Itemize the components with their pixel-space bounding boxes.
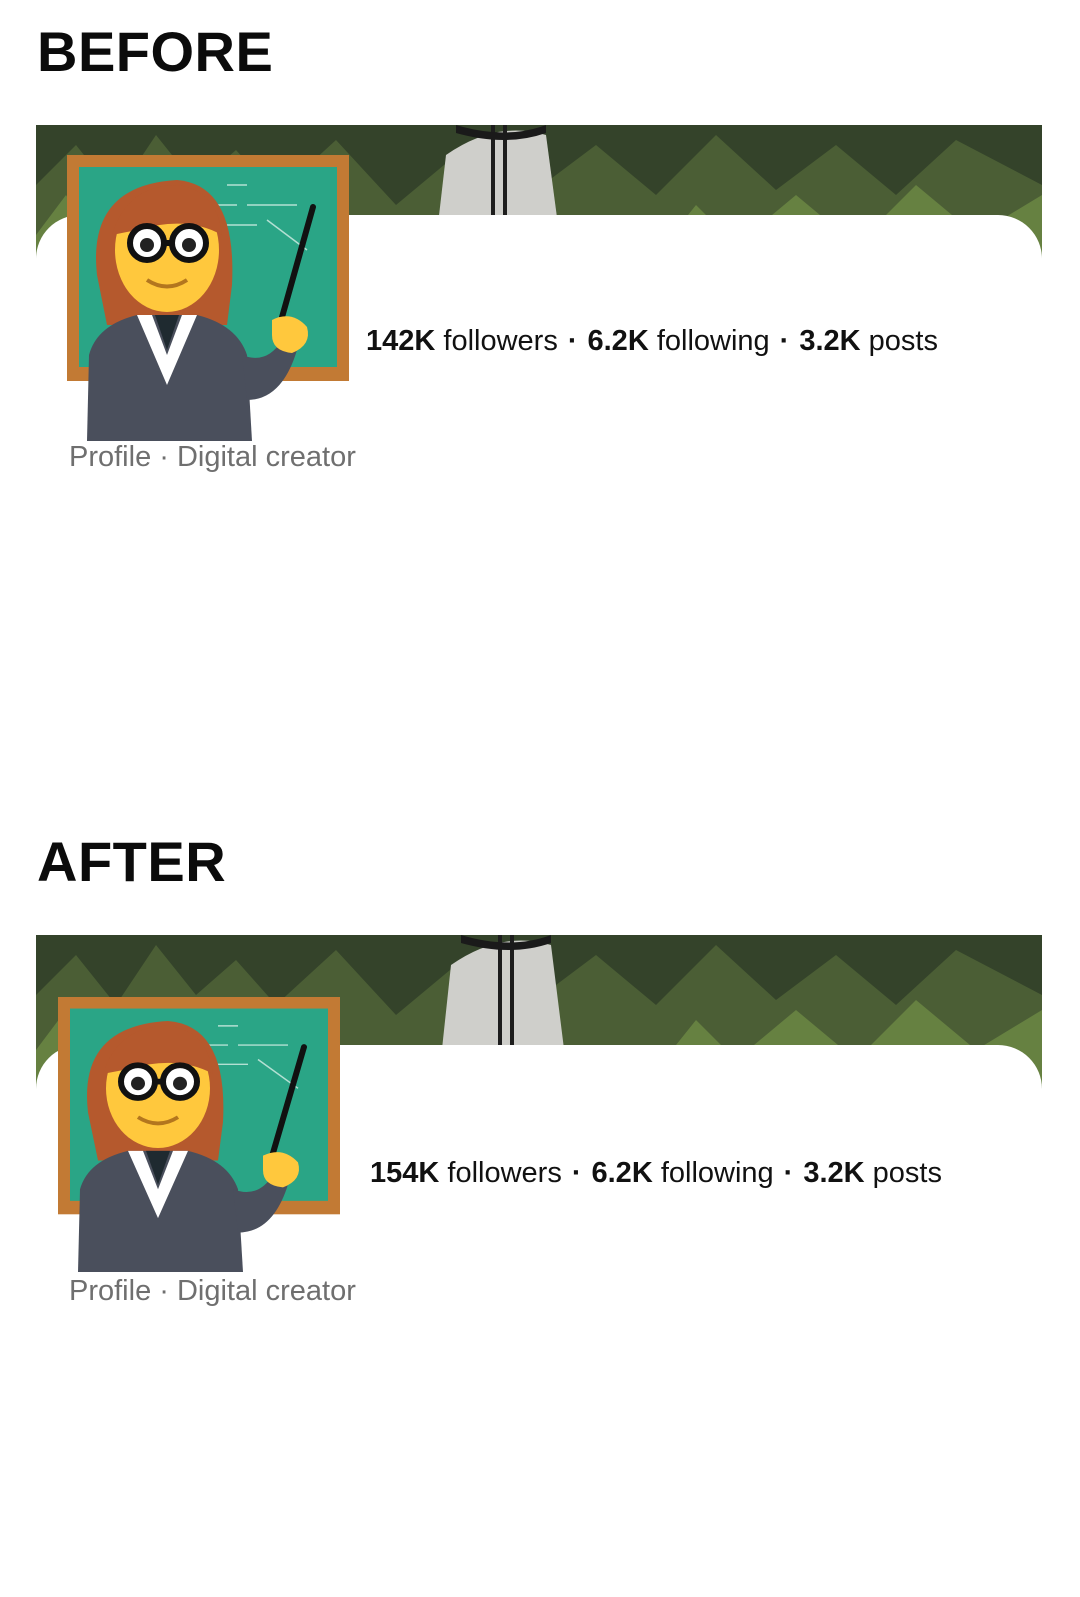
separator-dot: · bbox=[779, 325, 790, 357]
profile-stats: 142K followers · 6.2K following · 3.2K posts bbox=[366, 325, 938, 358]
following-label[interactable]: following bbox=[661, 1157, 774, 1189]
teacher-emoji-icon bbox=[58, 997, 340, 1272]
profile-category: Profile · Digital creator bbox=[69, 441, 356, 473]
following-count[interactable]: 6.2K bbox=[592, 1157, 653, 1189]
teacher-emoji-icon bbox=[67, 155, 349, 441]
before-heading: BEFORE bbox=[37, 20, 274, 83]
following-count[interactable]: 6.2K bbox=[588, 325, 649, 357]
posts-label[interactable]: posts bbox=[873, 1157, 942, 1189]
before-profile-card: 142K followers · 6.2K following · 3.2K posts… bbox=[36, 125, 1042, 495]
profile-stats: 154K followers · 6.2K following · 3.2K posts bbox=[370, 1157, 942, 1190]
profile-avatar[interactable] bbox=[58, 997, 340, 1272]
followers-count[interactable]: 154K bbox=[370, 1157, 439, 1189]
posts-label[interactable]: posts bbox=[869, 325, 938, 357]
separator-dot: · bbox=[571, 1157, 582, 1189]
profile-category: Profile · Digital creator bbox=[69, 1275, 356, 1307]
after-heading: AFTER bbox=[37, 830, 227, 893]
separator-dot: · bbox=[783, 1157, 794, 1189]
followers-label[interactable]: followers bbox=[443, 325, 557, 357]
followers-count[interactable]: 142K bbox=[366, 325, 435, 357]
posts-count[interactable]: 3.2K bbox=[803, 1157, 864, 1189]
separator-dot: · bbox=[567, 325, 578, 357]
following-label[interactable]: following bbox=[657, 325, 770, 357]
after-profile-card: 154K followers · 6.2K following · 3.2K posts… bbox=[36, 935, 1042, 1307]
profile-avatar[interactable] bbox=[67, 155, 349, 441]
followers-label[interactable]: followers bbox=[447, 1157, 561, 1189]
posts-count[interactable]: 3.2K bbox=[799, 325, 860, 357]
